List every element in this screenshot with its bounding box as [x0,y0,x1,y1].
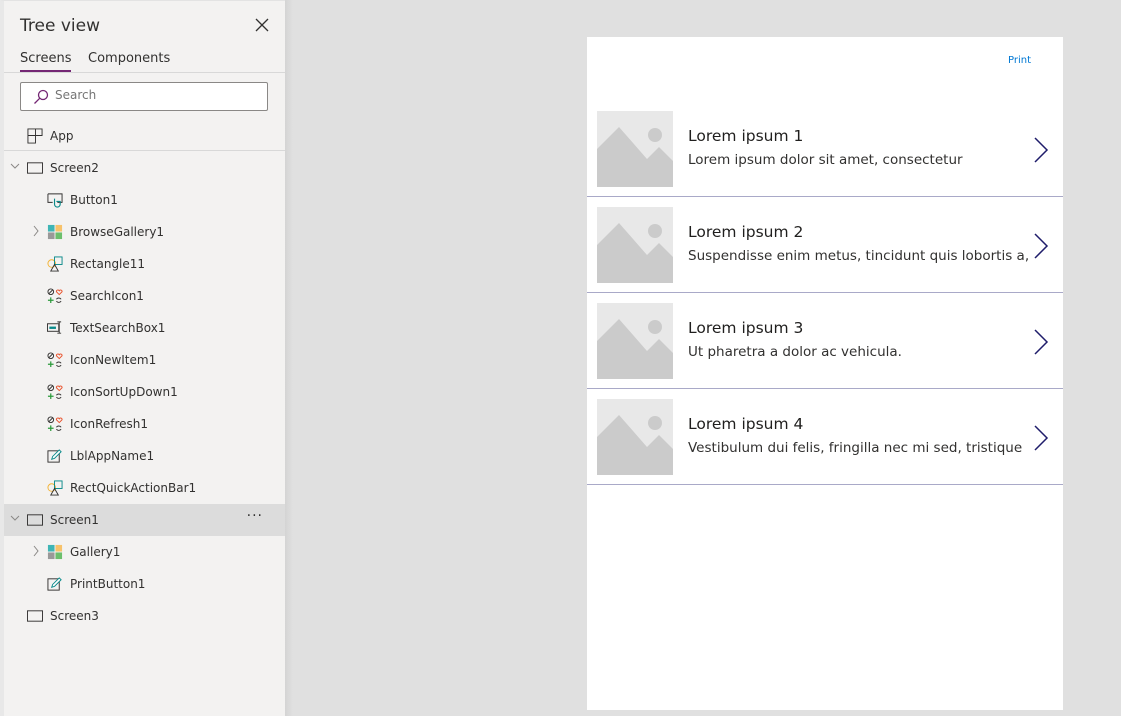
tree-item-label: IconNewItem1 [70,353,157,367]
tree-item-label: Rectangle11 [70,257,146,271]
tree-item-gallery1[interactable]: Gallery1 [4,536,285,568]
tree-item-label: Gallery1 [70,545,121,559]
shape-icon [47,480,63,496]
tab-components[interactable]: Components [88,51,170,70]
panel-shadow [285,0,293,716]
tree-item-label: PrintButton1 [70,577,146,591]
screen-icon [27,514,43,526]
screen-icon [27,162,43,174]
tree-item-label: BrowseGallery1 [70,225,165,239]
item-title: Lorem ipsum 2 [688,223,804,241]
tree-item-label: Screen2 [50,161,99,175]
icons-control-icon [47,352,63,368]
item-subtitle: Ut pharetra a dolor ac vehicula. [688,344,902,360]
image-placeholder-icon [597,207,673,283]
item-subtitle: Suspendisse enim metus, tincidunt quis l… [688,248,1028,264]
chevron-right-icon[interactable] [1033,329,1049,355]
item-subtitle: Vestibulum dui felis, fringilla nec mi s… [688,440,1023,456]
shape-icon [47,256,63,272]
tree-item-rectquickactionbar1[interactable]: RectQuickActionBar1 [4,472,285,504]
tree-item-textsearchbox1[interactable]: TextSearchBox1 [4,312,285,344]
tree-item-label: IconSortUpDown1 [70,385,178,399]
tab-screens[interactable]: Screens [20,51,72,72]
chevron-down-icon[interactable] [10,513,20,525]
gallery-icon [47,544,63,560]
gallery-item[interactable]: Lorem ipsum 3 Ut pharetra a dolor ac veh… [587,293,1063,389]
tree-item-screen3[interactable]: Screen3 [4,600,285,632]
tree-view-panel: Tree view Screens Components App Screen2 B… [0,0,285,716]
tree-item-label: LblAppName1 [70,449,155,463]
chevron-right-icon[interactable] [31,545,41,557]
gallery-item[interactable]: Lorem ipsum 2 Suspendisse enim metus, ti… [587,197,1063,293]
tree-item-browsegallery1[interactable]: BrowseGallery1 [4,216,285,248]
screen-icon [27,610,43,622]
tree-item-searchicon1[interactable]: SearchIcon1 [4,280,285,312]
tree-item-lblappname1[interactable]: LblAppName1 [4,440,285,472]
chevron-right-icon[interactable] [1033,137,1049,163]
app-icon [27,128,43,144]
chevron-right-icon[interactable] [1033,233,1049,259]
gallery-item[interactable]: Lorem ipsum 4 Vestibulum dui felis, frin… [587,389,1063,485]
label-edit-icon [47,577,62,591]
divider [4,72,285,73]
search-box[interactable] [20,82,268,111]
tree-item-printbutton1[interactable]: PrintButton1 [4,568,285,600]
search-input[interactable] [55,88,255,102]
button-control-icon [47,193,63,208]
icons-control-icon [47,416,63,432]
gallery-item[interactable]: Lorem ipsum 1 Lorem ipsum dolor sit amet… [587,101,1063,197]
text-input-icon [47,321,62,334]
close-icon[interactable] [252,15,272,35]
icons-control-icon [47,384,63,400]
item-subtitle: Lorem ipsum dolor sit amet, consectetur [688,152,963,168]
panel-title: Tree view [20,16,100,36]
tree-item-label: RectQuickActionBar1 [70,481,197,495]
item-title: Lorem ipsum 4 [688,415,804,433]
image-placeholder-icon [597,111,673,187]
tree-item-label: SearchIcon1 [70,289,144,303]
tree-item-label: Screen3 [50,609,99,623]
tree-item-iconrefresh1[interactable]: IconRefresh1 [4,408,285,440]
item-title: Lorem ipsum 3 [688,319,804,337]
chevron-right-icon[interactable] [1033,425,1049,451]
tree-item-label: IconRefresh1 [70,417,149,431]
tree-item-label: TextSearchBox1 [70,321,166,335]
chevron-down-icon[interactable] [10,161,20,173]
chevron-right-icon[interactable] [31,225,41,237]
tree-item-label: Screen1 [50,513,99,527]
print-button[interactable]: Print [1008,55,1031,66]
image-placeholder-icon [597,399,673,475]
tree-item-app[interactable]: App [4,120,285,152]
tree-item-screen1[interactable]: Screen1 ··· [4,504,285,536]
item-title: Lorem ipsum 1 [688,127,804,145]
image-placeholder-icon [597,303,673,379]
tree-item-iconnewitem1[interactable]: IconNewItem1 [4,344,285,376]
gallery-icon [47,224,63,240]
app-canvas-screen: Print Lorem ipsum 1 Lorem ipsum dolor si… [587,37,1063,710]
tree-item-label: App [50,129,74,143]
icons-control-icon [47,288,63,304]
label-edit-icon [47,449,62,463]
tree-item-rectangle11[interactable]: Rectangle11 [4,248,285,280]
more-options-icon[interactable]: ··· [247,508,263,524]
tree-item-iconsortupdown1[interactable]: IconSortUpDown1 [4,376,285,408]
tree-item-screen2[interactable]: Screen2 [4,152,285,184]
search-icon [34,89,49,104]
tree-item-button1[interactable]: Button1 [4,184,285,216]
tree-item-label: Button1 [70,193,118,207]
